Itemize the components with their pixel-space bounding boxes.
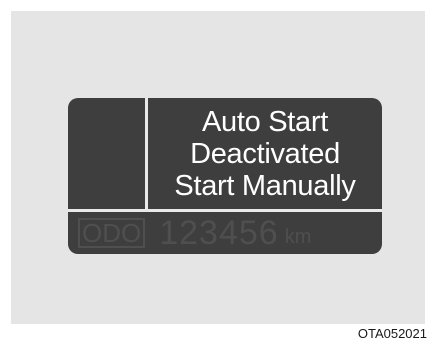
message-line-1: Auto Start — [202, 105, 328, 138]
message-line-3: Start Manually — [174, 169, 356, 202]
figure-code: OTA052021 — [357, 326, 427, 341]
odometer-value: 123456 — [159, 214, 279, 252]
message-line-2: Deactivated — [190, 137, 340, 170]
warning-message: Auto Start Deactivated Start Manually — [148, 98, 382, 209]
odometer-label: ODO — [78, 218, 146, 248]
cluster-display: Auto Start Deactivated Start Manually OD… — [68, 98, 382, 254]
horizontal-divider — [68, 209, 382, 212]
odometer: ODO 123456 km — [78, 216, 311, 250]
odometer-unit: km — [284, 225, 312, 248]
